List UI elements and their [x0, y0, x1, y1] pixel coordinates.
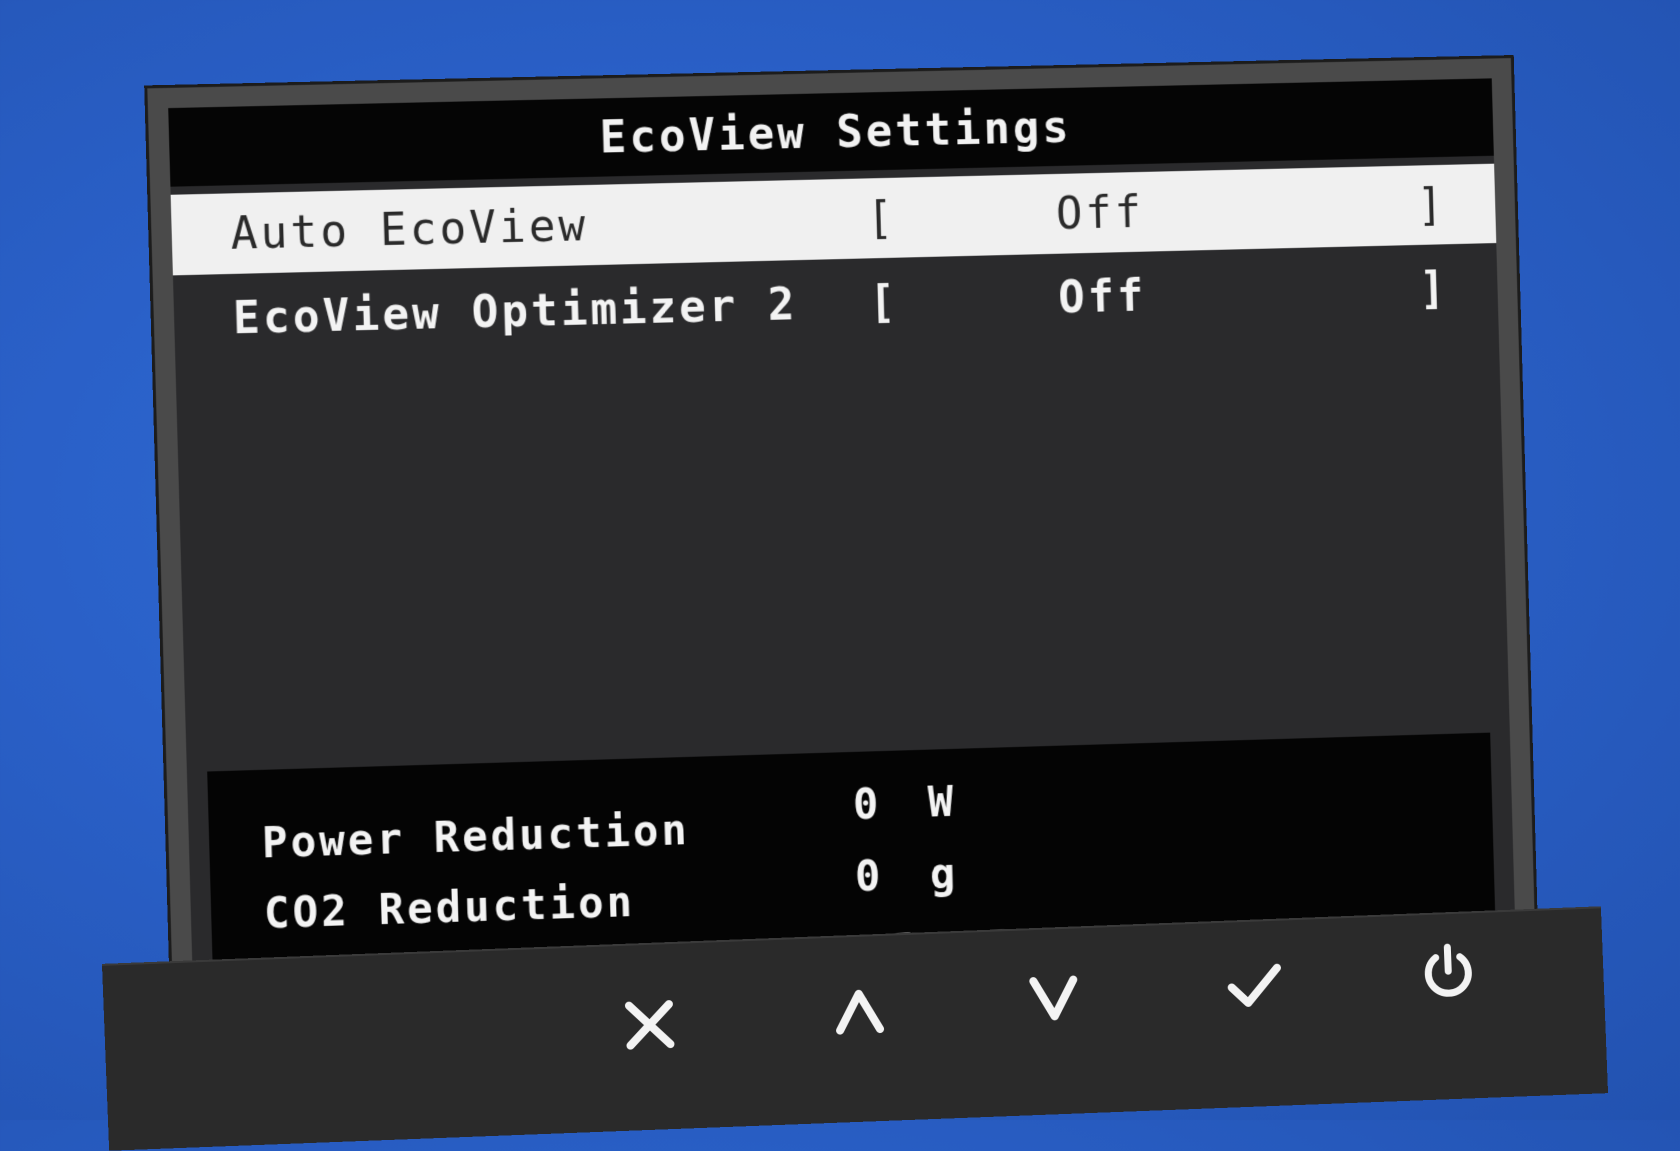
- menu-title: EcoView Settings: [599, 101, 1073, 164]
- down-button[interactable]: [1007, 952, 1100, 1045]
- osd-menu-window: EcoView Settings Auto EcoView [ Off ] Ec…: [144, 55, 1541, 1058]
- close-icon: [624, 1000, 675, 1050]
- bracket-close: ]: [1418, 262, 1449, 314]
- bracket-open: [: [865, 192, 897, 244]
- confirm-button[interactable]: [1207, 938, 1300, 1031]
- osd-menu-body: EcoView Settings Auto EcoView [ Off ] Ec…: [168, 78, 1517, 1035]
- up-button[interactable]: [813, 965, 906, 1058]
- power-reduction-unit: W: [927, 776, 957, 827]
- setting-value: Off: [1057, 270, 1147, 324]
- checkmark-icon: [1227, 963, 1281, 1007]
- close-button[interactable]: [603, 978, 696, 1071]
- bracket-open: [: [868, 276, 900, 328]
- power-reduction-value: 0: [852, 779, 882, 829]
- power-icon: [1424, 943, 1472, 997]
- chevron-up-icon: [836, 989, 885, 1035]
- co2-reduction-label: CO2 Reduction: [263, 876, 636, 938]
- power-reduction-label: Power Reduction: [261, 805, 691, 868]
- setting-label: Auto EcoView: [229, 199, 589, 260]
- bracket-close: ]: [1416, 179, 1447, 231]
- co2-reduction-value: 0: [854, 851, 884, 901]
- setting-value: Off: [1055, 186, 1145, 240]
- co2-reduction-unit: g: [929, 848, 959, 899]
- chevron-down-icon: [1029, 975, 1078, 1021]
- setting-label: EcoView Optimizer 2: [232, 278, 799, 344]
- power-button[interactable]: [1402, 924, 1495, 1017]
